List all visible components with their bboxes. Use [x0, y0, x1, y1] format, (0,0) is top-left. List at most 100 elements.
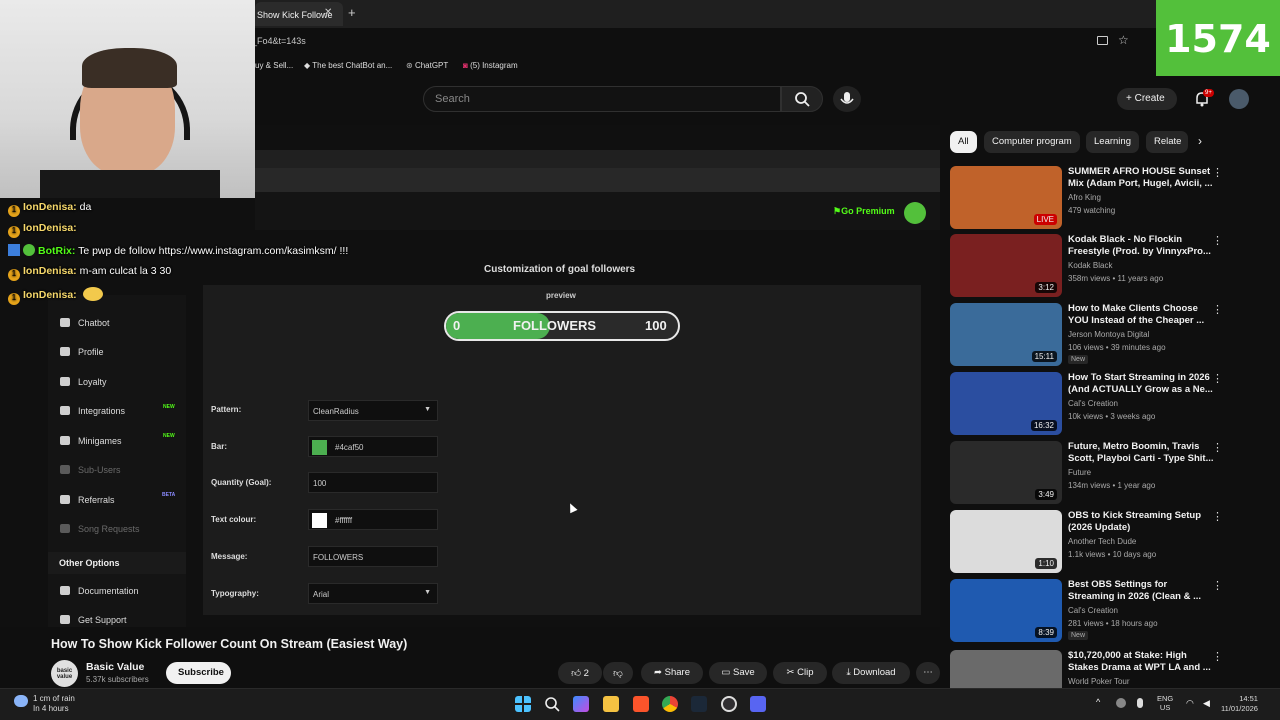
chrome-icon[interactable]: [662, 696, 678, 712]
wifi-icon[interactable]: ◠: [1186, 698, 1194, 709]
recommended-channel[interactable]: Cal's Creation: [1068, 399, 1118, 408]
recommended-title[interactable]: $10,720,000 at Stake: High Stakes Drama …: [1068, 650, 1214, 674]
recommended-title[interactable]: Kodak Black - No Flockin Freestyle (Prod…: [1068, 234, 1214, 258]
recommended-video[interactable]: LIVE SUMMER AFRO HOUSE Sunset Mix (Adam P…: [950, 166, 1240, 230]
language-indicator[interactable]: ENG US: [1157, 694, 1173, 712]
address-bar[interactable]: _Fo4&t=143s: [252, 36, 306, 46]
video-thumbnail[interactable]: 3:12: [950, 234, 1062, 297]
windows-start-icon[interactable]: [515, 696, 531, 712]
recommended-channel[interactable]: Afro King: [1068, 193, 1101, 202]
recommended-title[interactable]: OBS to Kick Streaming Setup (2026 Update…: [1068, 510, 1214, 534]
account-avatar[interactable]: [1229, 89, 1249, 109]
more-options-icon[interactable]: ⋮: [1212, 166, 1223, 179]
users-icon: [60, 465, 70, 474]
video-thumbnail[interactable]: 8:39: [950, 579, 1062, 642]
obs-icon[interactable]: [721, 696, 737, 712]
bookmark-item[interactable]: ◆ The best ChatBot an...: [304, 61, 392, 70]
recommended-title[interactable]: Best OBS Settings for Streaming in 2026 …: [1068, 579, 1214, 603]
duration-badge: 3:12: [1035, 282, 1057, 293]
sidebar-item-song-requests: Song Requests: [60, 524, 140, 534]
recommended-video[interactable]: 3:12 Kodak Black - No Flockin Freestyle (…: [950, 234, 1240, 298]
download-button[interactable]: ⤓ Download: [832, 662, 910, 684]
duration-badge: 8:39: [1035, 627, 1057, 638]
video-thumbnail[interactable]: 15:11: [950, 303, 1062, 366]
file-explorer-icon[interactable]: [603, 696, 619, 712]
recommended-video[interactable]: 1:10 OBS to Kick Streaming Setup (2026 Up…: [950, 510, 1240, 574]
filter-chips: All Computer program Learning Relate ›: [950, 131, 1225, 153]
recommended-channel[interactable]: World Poker Tour: [1068, 677, 1130, 686]
more-options-icon[interactable]: ⋮: [1212, 441, 1223, 454]
recommended-video[interactable]: 3:49 Future, Metro Boomin, Travis Scott, …: [950, 441, 1240, 505]
chat-message: BotRix: Te pwp de follow https://www.ins…: [8, 244, 348, 257]
new-badge: NEW: [163, 404, 175, 410]
microphone-tray-icon[interactable]: [1137, 698, 1143, 708]
recommended-video[interactable]: 16:32 How To Start Streaming in 2026 (And…: [950, 372, 1240, 436]
discord-icon[interactable]: [750, 696, 766, 712]
recommended-video[interactable]: 8:39 Best OBS Settings for Streaming in 2…: [950, 579, 1240, 643]
tray-chevron-icon[interactable]: ^: [1096, 697, 1100, 707]
thumbs-down-icon: 👎︎: [613, 668, 623, 679]
clip-button[interactable]: ✂ Clip: [773, 662, 827, 684]
video-browser-toolbar: [255, 168, 940, 192]
more-options-icon[interactable]: ⋮: [1212, 372, 1223, 385]
new-tab-icon[interactable]: +: [348, 5, 356, 20]
chip-related[interactable]: Relate: [1146, 131, 1188, 153]
more-options-icon[interactable]: ⋮: [1212, 303, 1223, 316]
network-icon[interactable]: [1116, 698, 1126, 708]
more-options-icon[interactable]: ⋮: [1212, 510, 1223, 523]
recommended-video[interactable]: 15:11 How to Make Clients Choose YOU Inst…: [950, 303, 1240, 367]
more-options-icon[interactable]: ⋮: [1212, 579, 1223, 592]
weather-widget[interactable]: 1 cm of rain In 4 hours: [33, 694, 75, 714]
mic-icon: [840, 92, 854, 104]
recommended-channel[interactable]: Kodak Black: [1068, 261, 1112, 270]
bookmark-item[interactable]: ◙ (5) Instagram: [463, 61, 518, 70]
recommended-title[interactable]: Future, Metro Boomin, Travis Scott, Play…: [1068, 441, 1214, 465]
referrals-icon: [60, 495, 70, 504]
voice-search-button[interactable]: [833, 86, 861, 112]
search-button[interactable]: [781, 86, 823, 112]
bookmark-star-icon[interactable]: ☆: [1118, 33, 1129, 47]
recommended-channel[interactable]: Cal's Creation: [1068, 606, 1118, 615]
search-input[interactable]: Search: [423, 86, 781, 112]
video-thumbnail[interactable]: 3:49: [950, 441, 1062, 504]
tab-close-icon[interactable]: ✕: [324, 7, 332, 18]
dislike-button[interactable]: 👎︎: [603, 662, 633, 684]
bookmark-item[interactable]: ⊛ ChatGPT: [406, 61, 448, 70]
bookmark-item[interactable]: uy & Sell...: [255, 61, 293, 70]
recommended-title[interactable]: How To Start Streaming in 2026 (And ACTU…: [1068, 372, 1214, 396]
speaker-icon[interactable]: ◀: [1203, 698, 1210, 709]
create-button[interactable]: + Create: [1117, 88, 1177, 110]
steam-icon[interactable]: [691, 696, 707, 712]
like-button[interactable]: 👍︎ 2: [558, 662, 602, 684]
more-options-icon[interactable]: ⋮: [1212, 234, 1223, 247]
channel-name[interactable]: Basic Value: [86, 661, 144, 673]
duration-badge: 3:49: [1035, 489, 1057, 500]
chat-message: 1 IonDenisa: da: [8, 201, 91, 217]
channel-avatar[interactable]: basic value: [51, 660, 78, 687]
chevron-right-icon[interactable]: ›: [1198, 134, 1202, 148]
cast-icon[interactable]: [1097, 36, 1108, 45]
chip-all[interactable]: All: [950, 131, 977, 153]
brave-icon[interactable]: [633, 696, 649, 712]
search-icon[interactable]: [544, 696, 560, 712]
share-button[interactable]: ➦ Share: [641, 662, 703, 684]
recommended-channel[interactable]: Future: [1068, 468, 1091, 477]
video-thumbnail[interactable]: 16:32: [950, 372, 1062, 435]
more-actions-button[interactable]: ⋯: [916, 662, 940, 684]
chip-computer-program[interactable]: Computer program: [984, 131, 1080, 153]
recommended-title[interactable]: How to Make Clients Choose YOU Instead o…: [1068, 303, 1214, 327]
recommended-channel[interactable]: Jerson Montoya Digital: [1068, 330, 1149, 339]
subscribe-button[interactable]: Subscribe: [166, 662, 231, 684]
clock[interactable]: 14:51 11/01/2026: [1221, 694, 1258, 714]
chip-learning[interactable]: Learning: [1086, 131, 1139, 153]
recommended-channel[interactable]: Another Tech Dude: [1068, 537, 1136, 546]
quantity-field: 100: [308, 472, 438, 493]
save-button[interactable]: ▭ Save: [709, 662, 767, 684]
pattern-select: CleanRadius ▼: [308, 400, 438, 421]
video-thumbnail[interactable]: LIVE: [950, 166, 1062, 229]
more-options-icon[interactable]: ⋮: [1212, 650, 1223, 663]
video-thumbnail[interactable]: 1:10: [950, 510, 1062, 573]
recommended-title[interactable]: SUMMER AFRO HOUSE Sunset Mix (Adam Port,…: [1068, 166, 1214, 190]
copilot-icon[interactable]: [573, 696, 589, 712]
share-icon: ➦: [654, 667, 665, 678]
